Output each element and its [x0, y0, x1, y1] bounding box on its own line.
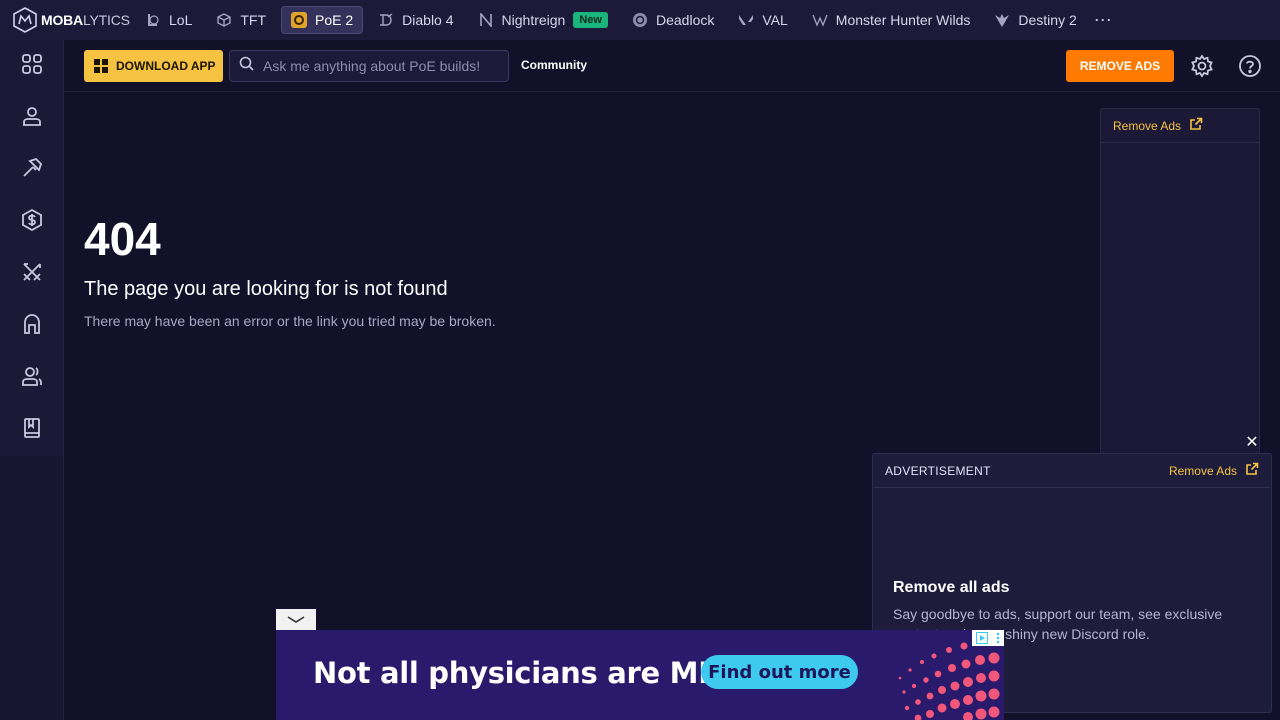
brand-name: MOBALYTICS — [41, 12, 130, 28]
close-ad-icon[interactable]: ✕ — [1244, 435, 1260, 451]
new-badge: New — [573, 12, 608, 28]
bottom-banner-ad[interactable]: Not all physicians are MDs. Find out mor… — [276, 630, 1004, 720]
top-navigation: MOBALYTICS LoL TFT PoE 2 Diablo 4 Nightr… — [0, 0, 1280, 40]
search-input[interactable] — [263, 58, 503, 74]
mobalytics-logo[interactable]: MOBALYTICS — [0, 0, 136, 40]
sidebar-item-profile[interactable] — [0, 92, 64, 144]
sidebar-item-guides[interactable] — [0, 404, 64, 456]
sidebar-ad-remove-link[interactable]: Remove Ads — [1101, 109, 1259, 143]
search-icon — [239, 56, 254, 76]
game-tab-nightreign[interactable]: Nightreign New — [469, 6, 617, 34]
sidebar-item-community[interactable] — [0, 352, 64, 404]
collapse-banner-icon[interactable] — [276, 609, 316, 630]
download-app-label: DOWNLOAD APP — [116, 59, 216, 73]
game-tab-label: Destiny 2 — [1018, 12, 1077, 28]
ad-popup-remove-link[interactable]: Remove Ads — [1169, 462, 1259, 479]
helmet-icon — [21, 313, 43, 340]
builds-hammer-icon — [21, 157, 43, 184]
game-tab-label: Diablo 4 — [402, 12, 454, 28]
game-tab-valorant[interactable]: VAL — [729, 6, 796, 34]
weapons-icon — [21, 261, 43, 288]
lol-icon — [145, 12, 161, 28]
error-description: There may have been an error or the link… — [84, 313, 496, 329]
monster-hunter-icon — [812, 12, 828, 28]
sidebar-ad-remove-label: Remove Ads — [1113, 118, 1182, 133]
profile-icon — [21, 105, 43, 132]
error-title: The page you are looking for is not foun… — [84, 278, 448, 300]
windows-icon — [94, 59, 108, 73]
community-link[interactable]: Community — [521, 58, 587, 72]
game-tab-label: Deadlock — [655, 12, 715, 28]
guide-book-icon — [21, 417, 43, 444]
tft-icon — [216, 12, 232, 28]
download-app-button[interactable]: DOWNLOAD APP — [84, 50, 223, 82]
game-tab-label: LoL — [169, 12, 193, 28]
sidebar-item-helmet[interactable] — [0, 300, 64, 352]
mobalytics-logo-icon — [12, 7, 38, 33]
remove-ads-heading: Remove all ads — [893, 579, 1010, 596]
deadlock-icon — [632, 12, 648, 28]
external-link-icon — [1189, 117, 1203, 134]
destiny-icon — [994, 12, 1010, 28]
left-sidebar — [0, 40, 64, 720]
find-out-more-button[interactable]: Find out more — [701, 655, 858, 689]
game-tab-label: TFT — [240, 12, 267, 28]
error-code: 404 — [84, 213, 161, 265]
game-tab-poe2[interactable]: PoE 2 — [281, 6, 364, 34]
remove-ads-button[interactable]: REMOVE ADS — [1066, 50, 1174, 82]
game-tab-destiny[interactable]: Destiny 2 — [985, 6, 1085, 34]
apps-grid-icon — [21, 53, 43, 80]
community-icon — [21, 365, 43, 392]
game-tab-diablo[interactable]: Diablo 4 — [369, 6, 462, 34]
game-tab-label: Nightreign — [501, 12, 566, 28]
game-tab-lol[interactable]: LoL — [136, 6, 201, 34]
diablo-icon — [378, 12, 394, 28]
currency-icon — [21, 208, 43, 236]
sidebar-ad-slot: Remove Ads — [1100, 108, 1260, 454]
valorant-icon — [738, 12, 754, 28]
sidebar-item-weapons[interactable] — [0, 248, 64, 300]
adchoices-icon[interactable] — [972, 630, 1004, 646]
search-box[interactable] — [229, 50, 509, 82]
game-tab-deadlock[interactable]: Deadlock — [623, 6, 723, 34]
game-tab-monster-hunter[interactable]: Monster Hunter Wilds — [803, 6, 980, 34]
nightreign-icon — [478, 12, 494, 28]
game-tab-tft[interactable]: TFT — [207, 6, 275, 34]
sidebar-item-currency[interactable] — [0, 196, 64, 248]
more-games-icon[interactable]: ⋯ — [1094, 10, 1113, 31]
game-tab-label: VAL — [762, 12, 788, 28]
ad-popup-header: ADVERTISEMENT Remove Ads — [873, 454, 1271, 488]
poe2-icon — [291, 12, 308, 28]
game-tab-label: PoE 2 — [315, 12, 354, 28]
sidebar-item-apps[interactable] — [0, 40, 64, 92]
external-link-icon — [1245, 462, 1259, 479]
sidebar-nav — [0, 40, 63, 456]
page-header: DOWNLOAD APP Community REMOVE ADS — [64, 40, 1280, 92]
sidebar-item-builds[interactable] — [0, 144, 64, 196]
game-tab-label: Monster Hunter Wilds — [835, 12, 971, 28]
advertisement-label: ADVERTISEMENT — [885, 463, 991, 478]
help-icon[interactable] — [1238, 54, 1262, 78]
settings-gear-icon[interactable] — [1190, 54, 1214, 78]
banner-headline: Not all physicians are MDs. — [313, 656, 750, 690]
ad-popup-remove-label: Remove Ads — [1168, 463, 1237, 478]
